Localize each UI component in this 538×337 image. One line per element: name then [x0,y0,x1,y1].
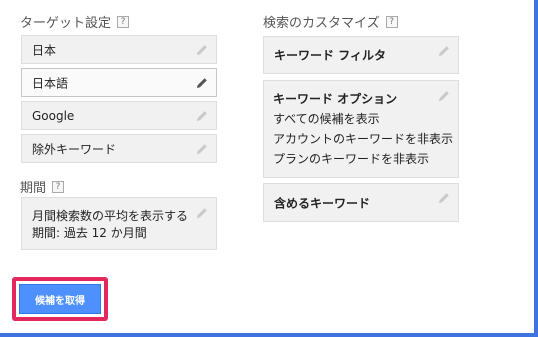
keyword-filter-label: キーワード フィルタ [274,48,386,63]
keyword-option-item: すべての候補を表示 [273,112,380,126]
target-network-field[interactable]: Google [21,101,217,130]
targeting-help-icon[interactable]: ? [117,15,130,28]
customize-title-text: 検索のカスタマイズ [263,16,380,31]
pencil-icon[interactable] [196,77,208,89]
pencil-icon[interactable] [438,45,450,57]
window-border-bottom [0,333,538,337]
period-line-2: 期間: 過去 12 か月間 [32,226,147,240]
targeting-section-title: ターゲット設定 ? [20,12,130,31]
targeting-title-text: ターゲット設定 [20,16,112,31]
target-location-label: 日本 [32,43,57,57]
period-help-icon[interactable]: ? [52,180,65,193]
target-language-field[interactable]: 日本語 [21,68,217,97]
pencil-icon[interactable] [438,192,450,204]
period-field[interactable]: 月間検索数の平均を表示する 期間: 過去 12 か月間 [21,197,217,250]
pencil-icon[interactable] [196,207,208,219]
keyword-filter-field[interactable]: キーワード フィルタ [263,36,459,74]
keyword-options-list: キーワード オプション すべての候補を表示 アカウントのキーワードを非表示 プラ… [273,89,453,169]
pencil-icon[interactable] [196,110,208,122]
negative-keywords-field[interactable]: 除外キーワード [21,134,217,163]
customize-section-title: 検索のカスタマイズ ? [263,12,398,31]
pencil-icon[interactable] [196,44,208,56]
target-location-field[interactable]: 日本 [21,35,217,64]
target-language-label: 日本語 [32,76,69,90]
keyword-option-item: アカウントのキーワードを非表示 [273,132,454,146]
keyword-option-item: プランのキーワードを非表示 [273,152,430,166]
window-border-right [534,0,538,337]
include-keywords-field[interactable]: 含めるキーワード [263,183,459,222]
customize-help-icon[interactable]: ? [385,15,398,28]
period-title-text: 期間 [20,181,47,196]
target-network-label: Google [32,108,75,123]
keyword-options-field[interactable]: キーワード オプション すべての候補を表示 アカウントのキーワードを非表示 プラ… [263,80,459,178]
period-section-title: 期間 ? [20,177,65,196]
period-line-1: 月間検索数の平均を表示する [32,209,189,223]
pencil-icon[interactable] [438,90,450,102]
include-keywords-label: 含めるキーワード [274,196,371,210]
period-text: 月間検索数の平均を表示する 期間: 過去 12 か月間 [32,208,188,242]
get-ideas-button[interactable]: 候補を取得 [19,284,101,314]
negative-keywords-label: 除外キーワード [32,142,117,156]
pencil-icon[interactable] [196,143,208,155]
keyword-options-title: キーワード オプション [273,92,398,106]
